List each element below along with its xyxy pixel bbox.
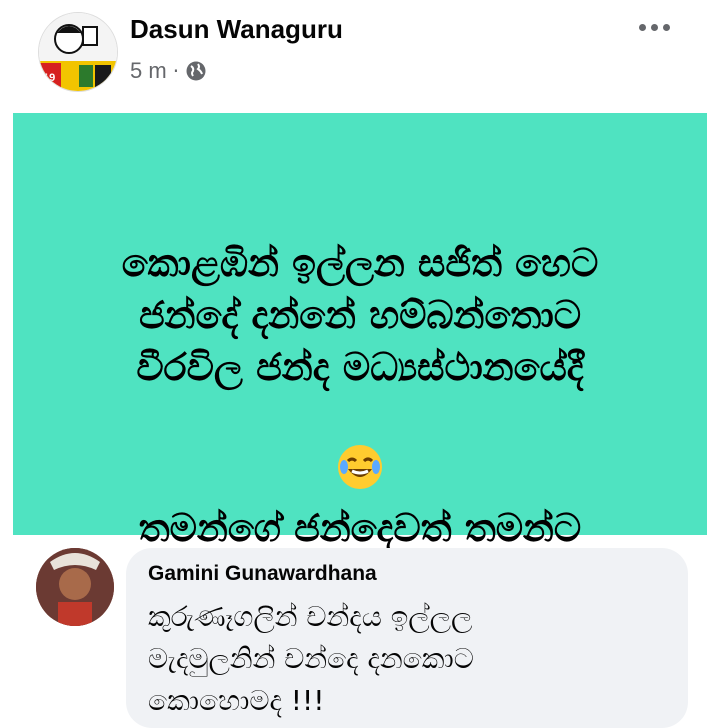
meta-separator: · — [172, 59, 180, 83]
post-time[interactable]: 5 m — [130, 58, 167, 84]
comment: Gamini Gunawardhana කුරුණෑගලින් චන්දය ඉල… — [0, 540, 720, 728]
post-background-card: කොළඹින් ඉල්ලන සජිත් හෙට ජන්දේ දන්නේ හම්බ… — [13, 113, 707, 702]
comment-bubble: Gamini Gunawardhana කුරුණෑගලින් චන්දය ඉල… — [126, 548, 688, 728]
post-header: 19 Dasun Wanaguru 5 m · — [0, 0, 720, 112]
post-text-part1: කොළඹින් ඉල්ලන සජිත් හෙට ජන්දේ දන්නේ හම්බ… — [121, 241, 599, 389]
commenter-avatar[interactable] — [36, 548, 114, 626]
face-with-tears-of-joy-icon — [338, 445, 382, 489]
author-name[interactable]: Dasun Wanaguru — [130, 14, 343, 45]
emoji-line-1 — [338, 445, 382, 489]
post-meta: 5 m · — [130, 58, 207, 84]
comment-text: කුරුණෑගලින් චන්දය ඉල්ලල මැදමුලනින් චන්දෙ… — [148, 600, 474, 717]
avatar-image: 19 — [39, 13, 117, 91]
avatar-badge: 19 — [43, 72, 55, 84]
commenter-name[interactable]: Gamini Gunawardhana — [148, 562, 377, 586]
globe-icon — [186, 61, 206, 81]
more-horizontal-icon[interactable] — [634, 14, 674, 40]
commenter-avatar-image — [36, 548, 114, 626]
author-avatar[interactable]: 19 — [38, 12, 118, 92]
